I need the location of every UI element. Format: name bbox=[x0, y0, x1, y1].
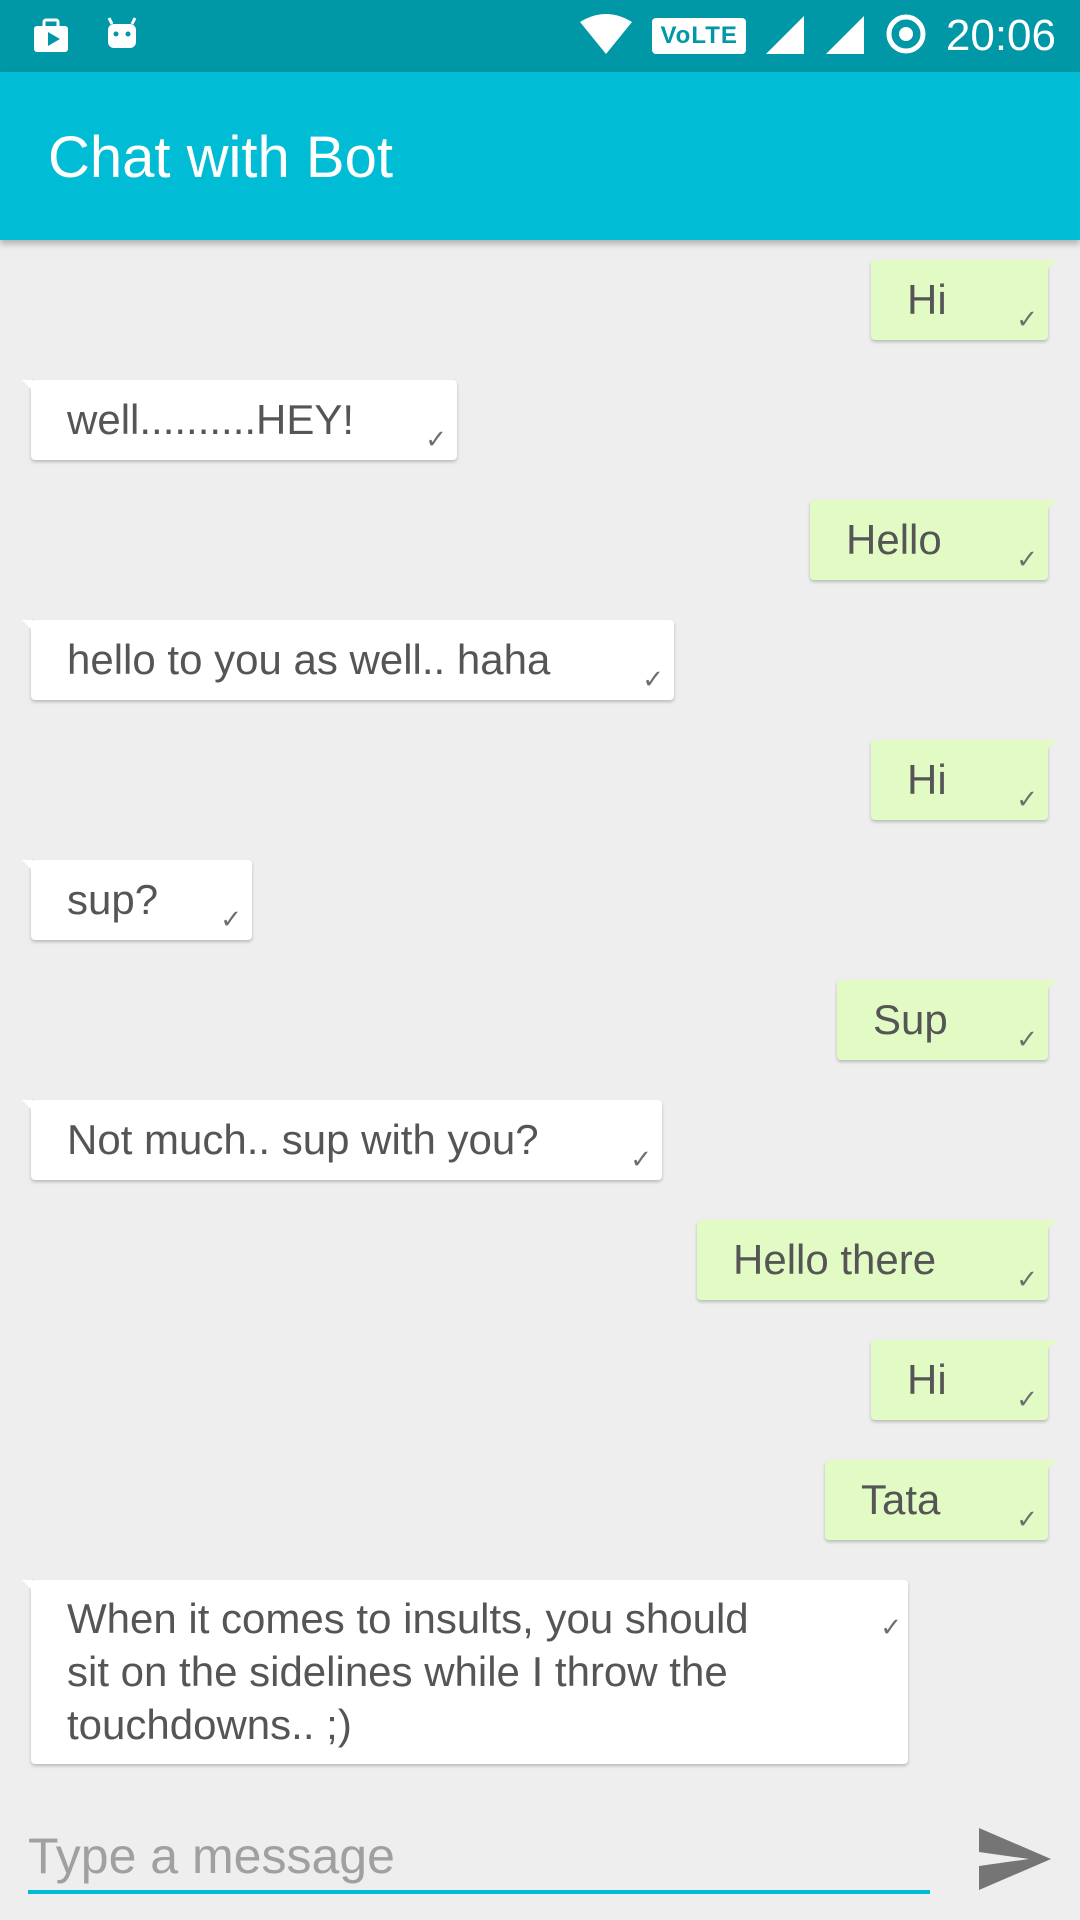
check-icon: ✓ bbox=[1016, 544, 1038, 574]
signal-icon bbox=[764, 12, 806, 61]
message-text: hello to you as well.. haha bbox=[67, 636, 551, 683]
check-icon: ✓ bbox=[1016, 1264, 1038, 1294]
app-bar: Chat with Bot bbox=[0, 72, 1080, 240]
check-icon: ✓ bbox=[1016, 1384, 1038, 1414]
message-text: Hi bbox=[907, 756, 947, 803]
message-bubble-sent[interactable]: Hello ✓ bbox=[810, 500, 1057, 580]
page-title: Chat with Bot bbox=[48, 125, 393, 190]
clock: 20:06 bbox=[945, 11, 1056, 60]
check-icon: ✓ bbox=[1016, 1504, 1038, 1534]
message-bubble-sent[interactable]: Hi ✓ bbox=[871, 740, 1057, 820]
message-text: well..........HEY! bbox=[67, 396, 355, 443]
message-text: Not much.. sup with you? bbox=[67, 1116, 539, 1163]
composer bbox=[0, 1800, 1080, 1920]
status-bar: VoLTE 20:06 bbox=[0, 0, 1080, 72]
message-bubble-received[interactable]: well..........HEY! ✓ bbox=[22, 380, 457, 460]
message-text: When it comes to insults, you should sit… bbox=[67, 1595, 749, 1748]
message-bubble-sent[interactable]: Tata ✓ bbox=[825, 1460, 1057, 1540]
wifi-icon bbox=[578, 12, 634, 61]
message-bubble-received[interactable]: hello to you as well.. haha ✓ bbox=[22, 620, 674, 700]
send-button[interactable] bbox=[970, 1814, 1060, 1904]
message-bubble-received[interactable]: When it comes to insults, you should sit… bbox=[22, 1580, 908, 1764]
message-text: Hello there bbox=[733, 1236, 937, 1283]
briefcase-play-icon bbox=[30, 14, 74, 63]
message-input[interactable] bbox=[28, 1822, 930, 1894]
message-list[interactable]: Hi ✓ well..........HEY! ✓ Hello ✓ hello … bbox=[0, 240, 1080, 1800]
sync-icon bbox=[884, 12, 928, 61]
check-icon: ✓ bbox=[642, 664, 664, 694]
signal-icon bbox=[824, 12, 866, 61]
message-bubble-sent[interactable]: Hi ✓ bbox=[871, 1340, 1057, 1420]
volte-badge: VoLTE bbox=[652, 18, 746, 54]
send-icon bbox=[979, 1828, 1051, 1890]
check-icon: ✓ bbox=[880, 1612, 902, 1642]
check-icon: ✓ bbox=[425, 424, 447, 454]
message-bubble-received[interactable]: sup? ✓ bbox=[22, 860, 252, 940]
message-bubble-sent[interactable]: Sup ✓ bbox=[837, 980, 1057, 1060]
check-icon: ✓ bbox=[1016, 1024, 1038, 1054]
check-icon: ✓ bbox=[220, 904, 242, 934]
message-text: Hi bbox=[907, 276, 947, 323]
check-icon: ✓ bbox=[1016, 784, 1038, 814]
check-icon: ✓ bbox=[1016, 304, 1038, 334]
message-bubble-sent[interactable]: Hello there ✓ bbox=[697, 1220, 1057, 1300]
message-text: Tata bbox=[861, 1476, 941, 1523]
message-text: Hi bbox=[907, 1356, 947, 1403]
message-bubble-received[interactable]: Not much.. sup with you? ✓ bbox=[22, 1100, 662, 1180]
message-text: Hello bbox=[846, 516, 942, 563]
message-bubble-sent[interactable]: Hi ✓ bbox=[871, 260, 1057, 340]
check-icon: ✓ bbox=[630, 1144, 652, 1174]
message-text: Sup bbox=[873, 996, 948, 1043]
android-icon bbox=[102, 14, 142, 63]
message-text: sup? bbox=[67, 876, 159, 923]
